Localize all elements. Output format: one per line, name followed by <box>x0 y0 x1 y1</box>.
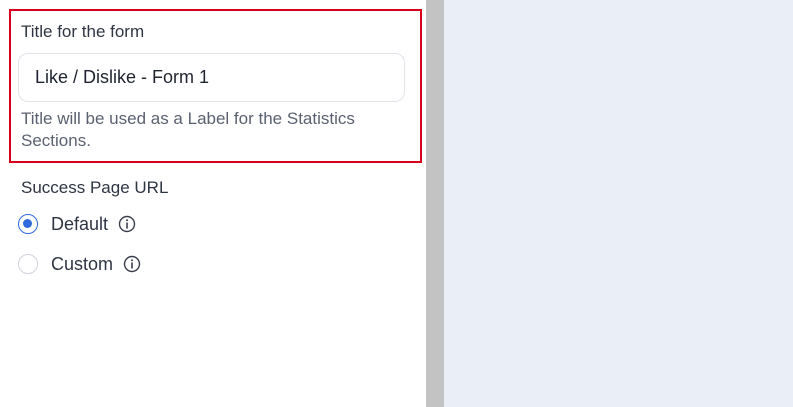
form-title-help-text: Title will be used as a Label for the St… <box>21 109 355 150</box>
form-title-input[interactable] <box>18 53 405 102</box>
settings-panel: Title for the form Title will be used as… <box>0 0 426 407</box>
preview-panel <box>444 0 793 407</box>
default-radio-label: Default <box>51 213 109 234</box>
info-icon[interactable] <box>118 215 136 233</box>
success-page-url-label: Success Page URL <box>21 178 169 197</box>
page: Title for the form Title will be used as… <box>0 0 793 407</box>
custom-radio[interactable] <box>18 254 38 274</box>
radio-option-default[interactable]: Default <box>18 211 136 237</box>
custom-radio-label: Custom <box>51 253 114 274</box>
radio-option-custom[interactable]: Custom <box>18 251 141 277</box>
info-icon[interactable] <box>123 255 141 273</box>
form-title-label: Title for the form <box>21 22 145 41</box>
default-radio[interactable] <box>18 214 38 234</box>
panel-divider[interactable] <box>426 0 444 407</box>
